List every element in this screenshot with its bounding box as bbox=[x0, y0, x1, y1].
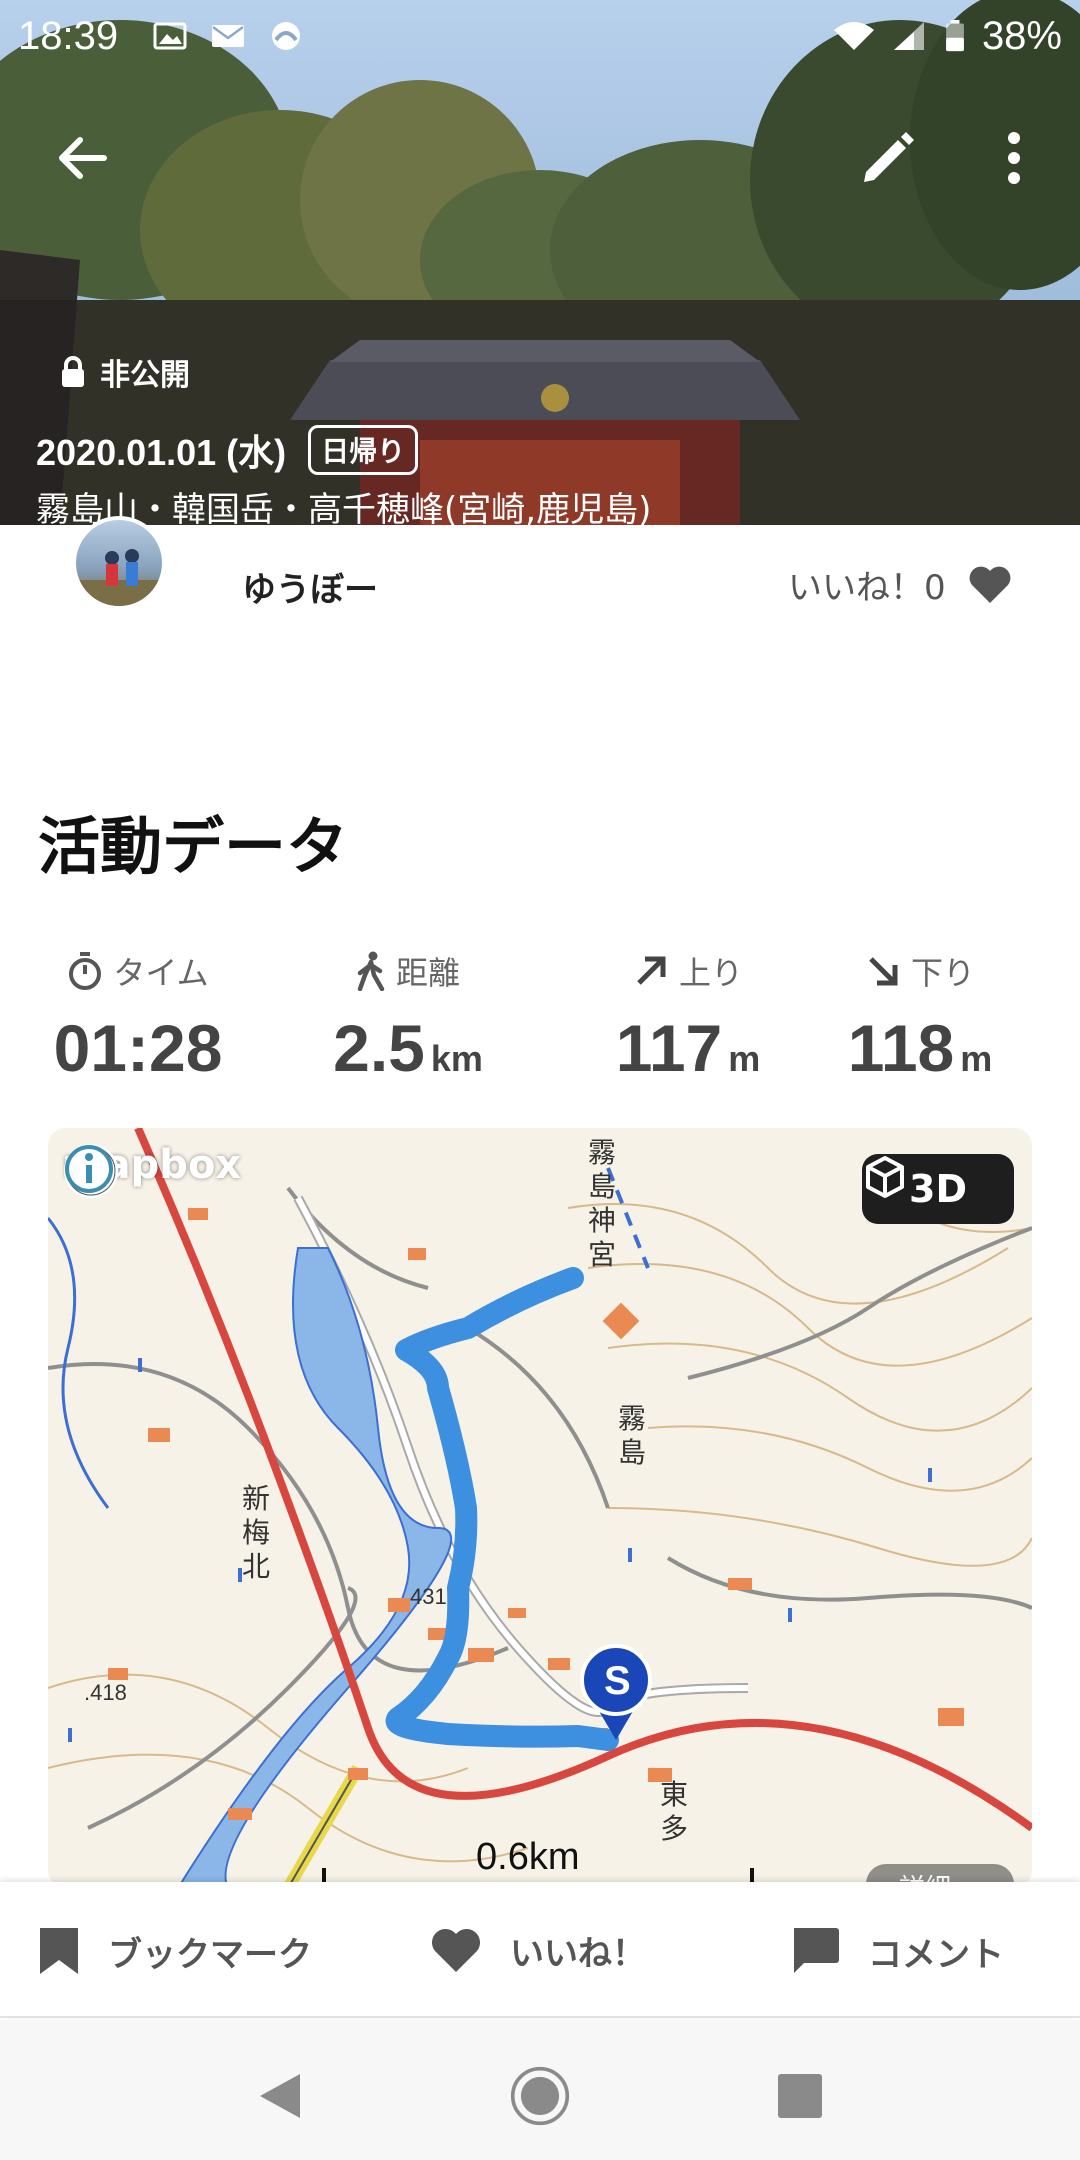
arrow-left-icon bbox=[59, 137, 107, 179]
walking-icon bbox=[357, 951, 385, 991]
battery-icon bbox=[946, 20, 964, 52]
stat-descent-label: 下り bbox=[910, 954, 975, 992]
info-icon[interactable] bbox=[62, 1142, 116, 1196]
nav-home-button[interactable] bbox=[510, 2066, 570, 2126]
activity-title: 活動データ bbox=[38, 810, 349, 883]
map-label-elevation-418: .418 bbox=[84, 1680, 127, 1705]
status-bar: 18:39 38% bbox=[0, 0, 1080, 72]
stat-time: タイム 01:28 bbox=[38, 946, 238, 1086]
3d-label: 3D bbox=[909, 1167, 967, 1211]
map-label-shrine: 霧島神宮 bbox=[588, 1136, 616, 1271]
triangle-back-icon bbox=[260, 2074, 300, 2118]
heart-icon bbox=[969, 566, 1011, 603]
hero-photo: 18:39 38% 非公開 2020.01.01 (水) 日帰り 霧島山・韓国岳… bbox=[0, 0, 1080, 525]
back-button[interactable] bbox=[40, 116, 124, 200]
avatar-image bbox=[76, 549, 162, 606]
app-icon bbox=[272, 22, 301, 50]
trip-type-badge: 日帰り bbox=[308, 425, 419, 475]
signal-icon bbox=[893, 22, 924, 50]
map-canvas[interactable]: 霧島神宮 霧島 新梅北 431.4 .418 東多 S bbox=[48, 1128, 1032, 1888]
bookmark-button[interactable]: ブックマーク bbox=[38, 1926, 312, 1976]
nav-recents-button[interactable] bbox=[770, 2066, 830, 2126]
map-label-higashi: 東多 bbox=[660, 1778, 688, 1845]
nav-back-button[interactable] bbox=[250, 2066, 310, 2126]
pencil-icon bbox=[864, 132, 914, 182]
stat-distance: 距離 2.5 km bbox=[238, 946, 578, 1086]
system-nav-bar bbox=[0, 2020, 1080, 2160]
comment-label: コメント bbox=[868, 1934, 1004, 1975]
wifi-icon bbox=[833, 22, 874, 50]
stat-descent-unit: m bbox=[960, 1038, 993, 1079]
square-recents-icon bbox=[778, 2074, 822, 2118]
cube-icon bbox=[866, 1156, 904, 1198]
comment-button[interactable]: コメント bbox=[790, 1926, 1004, 1976]
bookmark-label: ブックマーク bbox=[108, 1934, 312, 1975]
arrow-up-right-icon bbox=[637, 956, 666, 985]
arrow-down-right-icon bbox=[869, 957, 898, 986]
stat-ascent-value: 117 bbox=[615, 1011, 723, 1085]
like-button[interactable]: いいね！ bbox=[430, 1926, 646, 1975]
map-label-shin-umekita: 新梅北 bbox=[242, 1482, 270, 1583]
likes-label: いいね！0 bbox=[788, 568, 946, 608]
heart-icon bbox=[431, 1928, 481, 1972]
stat-distance-value: 2.5 bbox=[333, 1011, 425, 1085]
edit-button[interactable] bbox=[846, 116, 930, 200]
status-time: 18:39 bbox=[18, 13, 119, 58]
stat-distance-unit: km bbox=[430, 1038, 483, 1079]
circle-home-icon bbox=[510, 2066, 570, 2126]
map-scale-label: 0.6km bbox=[476, 1836, 580, 1878]
more-vert-icon bbox=[1008, 132, 1020, 184]
like-label: いいね！ bbox=[510, 1934, 646, 1974]
date-row: 2020.01.01 (水) 日帰り bbox=[36, 424, 419, 476]
stat-descent: 下り 118 m bbox=[798, 946, 1042, 1086]
action-bar: ブックマーク いいね！ コメント bbox=[0, 1882, 1080, 2018]
activity-stats: タイム 01:28 距離 2.5 km 上り 117 m 下り 118 m bbox=[38, 946, 1042, 1086]
stopwatch-icon bbox=[69, 952, 102, 990]
mail-icon bbox=[212, 25, 245, 47]
image-icon bbox=[153, 22, 187, 50]
start-marker-label: S bbox=[604, 1659, 631, 1703]
stat-ascent: 上り 117 m bbox=[578, 946, 798, 1086]
comment-icon bbox=[794, 1928, 839, 1973]
map-label-kirishima: 霧島 bbox=[618, 1402, 646, 1469]
3d-button[interactable]: 3D bbox=[862, 1154, 1014, 1224]
stat-time-value: 01:28 bbox=[53, 1011, 223, 1085]
username[interactable]: ゆうぼー bbox=[242, 562, 378, 611]
stat-ascent-label: 上り bbox=[678, 954, 743, 992]
visibility-badge: 非公開 bbox=[60, 350, 190, 394]
mapbox-logo: mapbox bbox=[62, 1142, 241, 1198]
hike-date: 2020.01.01 (水) bbox=[36, 432, 287, 473]
avatar[interactable] bbox=[72, 516, 166, 610]
lock-icon bbox=[62, 356, 84, 387]
stat-time-label: タイム bbox=[113, 954, 209, 992]
stat-descent-value: 118 bbox=[847, 1011, 955, 1085]
battery-percent: 38% bbox=[981, 13, 1062, 58]
route-map[interactable]: 霧島神宮 霧島 新梅北 431.4 .418 東多 S mapbox 3D 0.… bbox=[48, 1128, 1032, 1888]
visibility-label: 非公開 bbox=[100, 358, 190, 393]
likes-counter[interactable]: いいね！0 bbox=[788, 560, 1012, 609]
bookmark-icon bbox=[40, 1928, 78, 1974]
more-button[interactable] bbox=[972, 116, 1056, 200]
stat-ascent-unit: m bbox=[728, 1038, 761, 1079]
stat-distance-label: 距離 bbox=[395, 954, 460, 992]
